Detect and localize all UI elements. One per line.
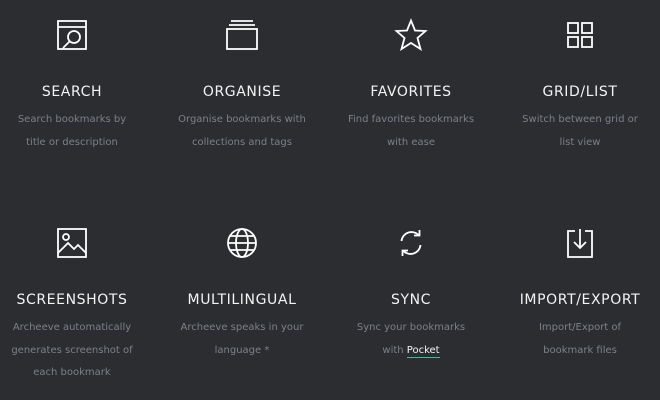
description-line: Search bookmarks by [17,114,127,125]
description-line: Organise bookmarks with [178,114,306,125]
feature-description: Search bookmarks by title or description [0,109,157,154]
description-text: with [382,344,404,356]
description-line: Switch between grid or [522,114,638,125]
star-icon [394,18,428,52]
description-line: Archeeve automatically [12,322,132,333]
description-line: Import/Export of [538,322,622,333]
description-line: list view [559,136,601,148]
description-line: Sync your bookmarks [356,322,466,333]
image-icon [55,226,89,260]
feature-description: Import/Export of bookmark files [495,317,660,362]
feature-description: Switch between grid or list view [495,109,660,154]
description-line: generates screenshot of [11,344,133,356]
feature-title: SEARCH [41,84,103,100]
description-line: bookmark files [543,344,617,356]
feature-title: MULTILINGUAL [187,292,297,308]
feature-description: Archeeve automatically generates screens… [0,317,157,385]
description-line: Find favorites bookmarks [347,114,475,125]
download-icon [563,226,597,260]
feature-title: GRID/LIST [542,84,618,100]
description-line: with ease [386,136,436,148]
pocket-link[interactable]: Pocket [406,344,440,358]
feature-title: FAVORITES [370,84,452,100]
grid-icon [563,18,597,52]
globe-icon [225,226,259,260]
description-line: title or description [26,136,118,148]
description-line: language * [214,344,270,356]
feature-description: Sync your bookmarks with Pocket [326,317,496,362]
features-section: SEARCH Search bookmarks by title or desc… [0,0,660,400]
feature-description: Organise bookmarks with collections and … [157,109,327,154]
description-line: each bookmark [33,367,111,378]
feature-description: Find favorites bookmarks with ease [326,109,496,154]
stack-icon [225,18,259,52]
description-line: Archeeve speaks in your [180,322,304,333]
description-line: with Pocket [326,340,496,363]
sync-icon [394,226,428,260]
feature-title: SYNC [390,292,432,308]
feature-title: IMPORT/EXPORT [519,292,641,308]
search-screen-icon [55,18,89,52]
feature-description: Archeeve speaks in your language * [157,317,327,362]
description-line: collections and tags [192,136,292,148]
feature-title: SCREENSHOTS [16,292,128,308]
feature-title: ORGANISE [202,84,282,100]
